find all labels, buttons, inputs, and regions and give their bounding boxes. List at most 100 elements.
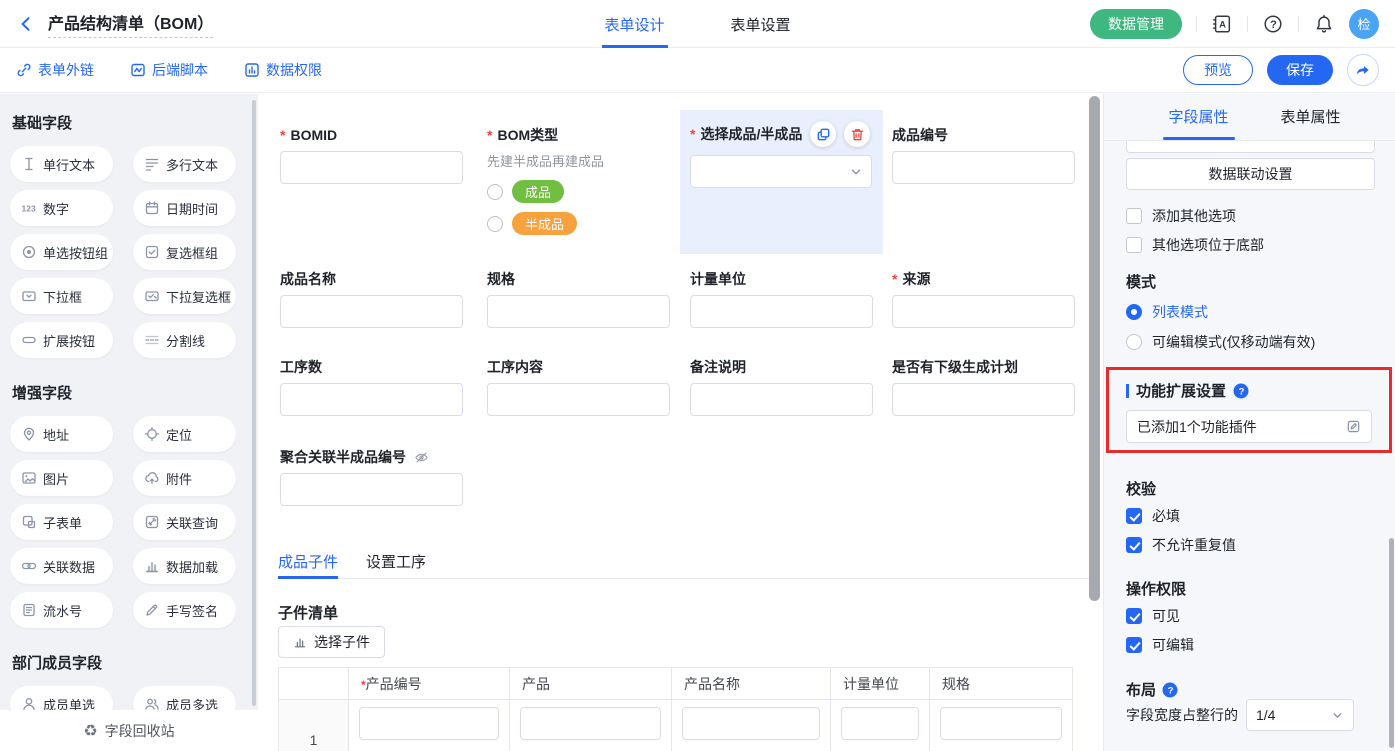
- help-icon[interactable]: [1262, 13, 1284, 35]
- select-children-button[interactable]: 选择子件: [278, 626, 385, 658]
- field-process-count[interactable]: 工序数: [280, 359, 463, 416]
- avatar[interactable]: 检: [1349, 9, 1379, 39]
- edit-icon[interactable]: [1346, 419, 1361, 434]
- question-circle-icon[interactable]: [1162, 682, 1178, 698]
- field-recycle-bin[interactable]: ♻ 字段回收站: [0, 710, 258, 751]
- cell-spec-input[interactable]: [940, 707, 1062, 740]
- field-remark[interactable]: 备注说明: [690, 359, 873, 416]
- cell-product-name-input[interactable]: [682, 707, 820, 740]
- partial-option-input[interactable]: [1126, 141, 1375, 153]
- question-circle-icon[interactable]: [1233, 383, 1249, 399]
- unit-input[interactable]: [690, 295, 873, 328]
- share-button[interactable]: [1347, 54, 1379, 86]
- check-other-option-bottom[interactable]: 其他选项位于底部: [1126, 235, 1264, 255]
- data-manage-button[interactable]: 数据管理: [1090, 9, 1182, 39]
- field-bomid[interactable]: *BOMID: [280, 127, 463, 184]
- sidebar-item-linked-query[interactable]: 关联查询: [133, 504, 236, 540]
- data-permission-link[interactable]: 数据权限: [244, 60, 322, 80]
- field-unit[interactable]: 计量单位: [690, 271, 873, 328]
- sidebar-item-serial-number[interactable]: 流水号: [10, 592, 113, 628]
- checkbox-icon[interactable]: [1126, 608, 1142, 624]
- sidebar-item-address[interactable]: 地址: [10, 416, 113, 452]
- plugin-summary-field[interactable]: 已添加1个功能插件: [1126, 410, 1372, 443]
- radio-list-mode[interactable]: 列表模式: [1126, 302, 1208, 322]
- field-source[interactable]: *来源: [892, 271, 1075, 328]
- radio-icon[interactable]: [1126, 334, 1142, 350]
- field-width-select[interactable]: 1/4: [1246, 699, 1354, 731]
- radio-icon[interactable]: [487, 216, 503, 232]
- notification-bell-icon[interactable]: [1313, 13, 1335, 35]
- form-external-link[interactable]: 表单外链: [16, 60, 94, 80]
- tab-field-properties[interactable]: 字段属性: [1168, 106, 1228, 127]
- bom-type-option-finished[interactable]: 成品: [487, 180, 670, 203]
- select-product-dropdown[interactable]: [690, 155, 872, 188]
- finished-no-input[interactable]: [892, 151, 1075, 184]
- field-finished-no[interactable]: 成品编号: [892, 127, 1075, 184]
- sidebar-item-attachment[interactable]: 附件: [133, 460, 236, 496]
- copy-field-button[interactable]: [810, 121, 836, 147]
- bomid-input[interactable]: [280, 151, 463, 184]
- field-select-product-selected[interactable]: *选择成品/半成品: [680, 110, 883, 254]
- sidebar-item-multi-select[interactable]: 下拉复选框: [133, 278, 236, 314]
- field-bom-type[interactable]: *BOM类型 先建半成品再建成品 成品 半成品: [487, 127, 670, 235]
- cell-unit-input[interactable]: [841, 707, 919, 740]
- radio-icon[interactable]: [1126, 304, 1142, 320]
- sidebar-item-checkbox-group[interactable]: 复选框组: [133, 234, 236, 270]
- tab-finished-children[interactable]: 成品子件: [278, 549, 338, 579]
- tab-form-design[interactable]: 表单设计: [601, 0, 667, 48]
- process-count-input[interactable]: [280, 383, 463, 416]
- checkbox-icon[interactable]: [1126, 508, 1142, 524]
- sidebar-scrollbar[interactable]: [252, 100, 256, 706]
- bom-type-option-semi[interactable]: 半成品: [487, 212, 670, 235]
- preview-button[interactable]: 预览: [1183, 55, 1253, 85]
- checkbox-icon[interactable]: [1126, 237, 1142, 253]
- finished-name-input[interactable]: [280, 295, 463, 328]
- checkbox-icon[interactable]: [1126, 637, 1142, 653]
- checkbox-icon[interactable]: [1126, 537, 1142, 553]
- check-visible[interactable]: 可见: [1126, 606, 1180, 626]
- radio-icon[interactable]: [487, 184, 503, 200]
- sub-plan-input[interactable]: [892, 383, 1075, 416]
- cell-product-input[interactable]: [520, 707, 661, 740]
- field-process-content[interactable]: 工序内容: [487, 359, 670, 416]
- process-content-input[interactable]: [487, 383, 670, 416]
- sidebar-item-multi-line-text[interactable]: 多行文本: [133, 146, 236, 182]
- data-linkage-button[interactable]: 数据联动设置: [1126, 158, 1375, 190]
- source-input[interactable]: [892, 295, 1075, 328]
- save-button[interactable]: 保存: [1267, 55, 1333, 85]
- check-editable[interactable]: 可编辑: [1126, 635, 1194, 655]
- tab-form-settings[interactable]: 表单设置: [728, 0, 794, 48]
- sidebar-item-radio-group[interactable]: 单选按钮组: [10, 234, 113, 270]
- check-no-duplicate[interactable]: 不允许重复值: [1126, 535, 1236, 555]
- field-sub-plan[interactable]: 是否有下级生成计划: [892, 359, 1075, 416]
- check-required[interactable]: 必填: [1126, 506, 1180, 526]
- field-agg-semi-no[interactable]: 聚合关联半成品编号: [280, 449, 463, 506]
- sidebar-item-divider[interactable]: 分割线: [133, 322, 236, 358]
- sidebar-item-location[interactable]: 定位: [133, 416, 236, 452]
- sidebar-item-data-load[interactable]: 数据加载: [133, 548, 236, 584]
- sidebar-item-image[interactable]: 图片: [10, 460, 113, 496]
- tab-set-process[interactable]: 设置工序: [366, 549, 426, 579]
- agg-semi-no-input[interactable]: [280, 473, 463, 506]
- field-spec[interactable]: 规格: [487, 271, 670, 328]
- sidebar-item-linked-data[interactable]: 关联数据: [10, 548, 113, 584]
- sidebar-item-number[interactable]: 数字: [10, 190, 113, 226]
- delete-field-button[interactable]: [844, 121, 870, 147]
- canvas-scrollbar[interactable]: [1089, 96, 1100, 601]
- field-finished-name[interactable]: 成品名称: [280, 271, 463, 328]
- check-add-other-option[interactable]: 添加其他选项: [1126, 206, 1236, 226]
- sidebar-item-signature[interactable]: 手写签名: [133, 592, 236, 628]
- remark-input[interactable]: [690, 383, 873, 416]
- sidebar-item-subform[interactable]: 子表单: [10, 504, 113, 540]
- contacts-icon[interactable]: [1211, 13, 1233, 35]
- back-button[interactable]: [16, 12, 40, 36]
- radio-editable-mode[interactable]: 可编辑模式(仅移动端有效): [1126, 332, 1315, 352]
- checkbox-icon[interactable]: [1126, 208, 1142, 224]
- panel-scrollbar[interactable]: [1389, 538, 1394, 748]
- spec-input[interactable]: [487, 295, 670, 328]
- sidebar-item-datetime[interactable]: 日期时间: [133, 190, 236, 226]
- sidebar-item-select[interactable]: 下拉框: [10, 278, 113, 314]
- sidebar-item-extend-button[interactable]: 扩展按钮: [10, 322, 113, 358]
- tab-form-properties[interactable]: 表单属性: [1281, 106, 1341, 127]
- cell-product-no-input[interactable]: [359, 707, 499, 740]
